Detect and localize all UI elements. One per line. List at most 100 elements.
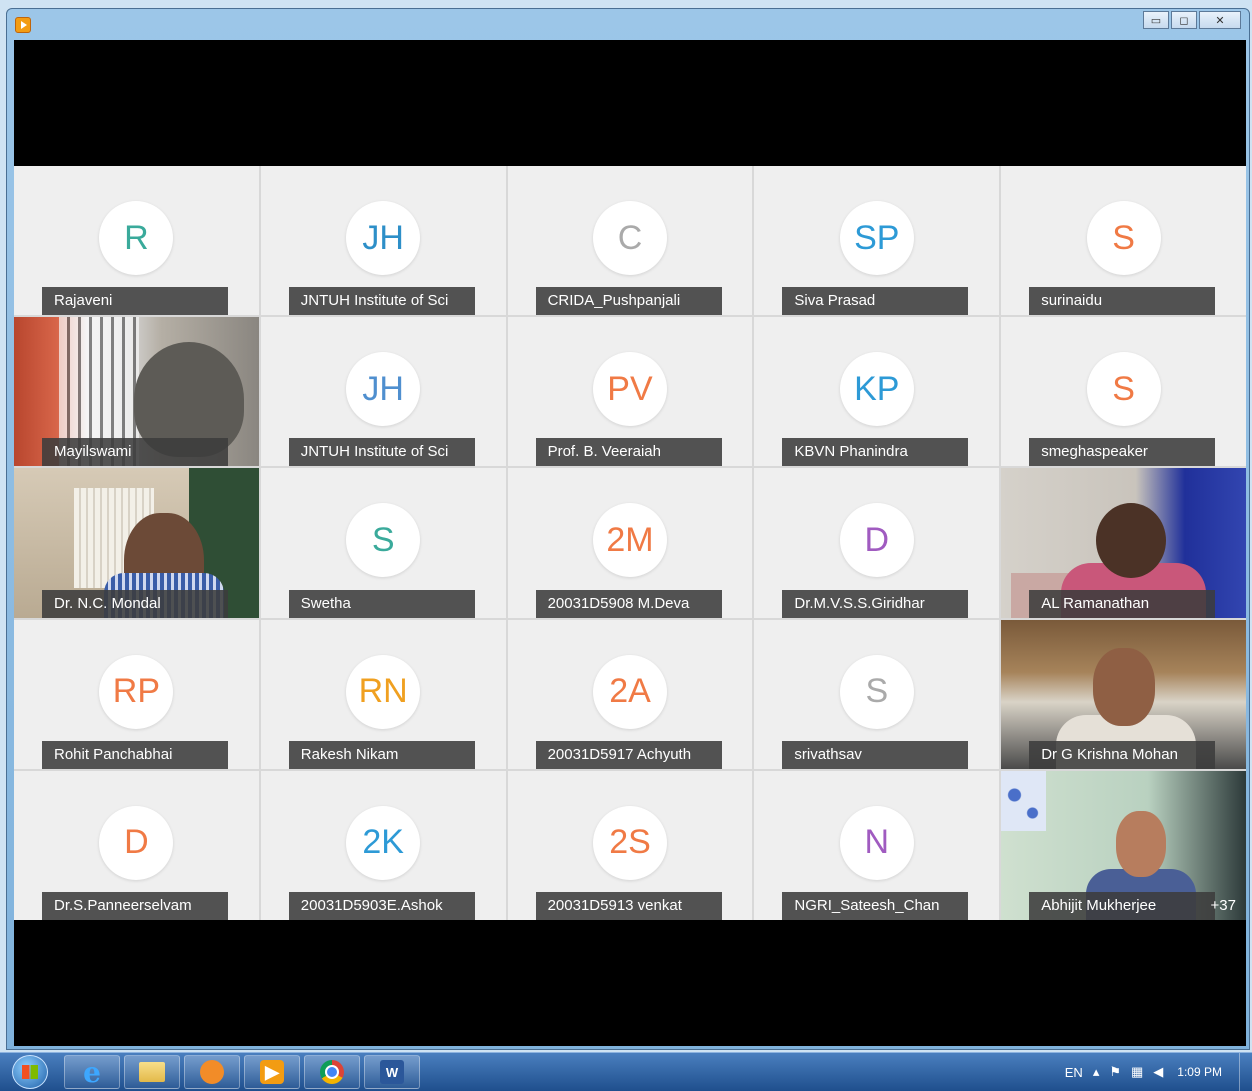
participant-name: 20031D5903E.Ashok: [288, 891, 475, 920]
clock[interactable]: 1:09 PM: [1177, 1065, 1222, 1079]
system-tray: EN ▴ ⚑ ▦ ◀ 1:09 PM: [1055, 1053, 1222, 1091]
language-indicator[interactable]: EN: [1065, 1065, 1083, 1080]
participant-tile[interactable]: 2S 20031D5913 venkat: [507, 770, 753, 920]
action-center-icon[interactable]: ⚑: [1109, 1064, 1121, 1080]
word-icon: W: [380, 1060, 404, 1084]
participant-avatar: RP: [99, 654, 174, 729]
participant-avatar: D: [99, 805, 174, 880]
participant-tile[interactable]: JH JNTUH Institute of Sci: [260, 317, 506, 467]
media-player-icon: ▶: [260, 1060, 284, 1084]
participant-name: 20031D5917 Achyuth: [535, 740, 722, 769]
participant-video-tile[interactable]: Dr G Krishna Mohan: [1001, 619, 1246, 769]
participant-name: Prof. B. Veeraiah: [535, 438, 722, 467]
title-bar[interactable]: ▭ ◻ ✕: [7, 9, 1249, 41]
participant-tile[interactable]: KP KBVN Phanindra: [754, 317, 1000, 467]
participant-name: NGRI_Sateesh_Chan: [782, 891, 969, 920]
window-controls: ▭ ◻ ✕: [1141, 11, 1241, 29]
participant-name: Dr G Krishna Mohan: [1029, 740, 1216, 769]
video-area: R Rajaveni JH JNTUH Institute of Sci C C…: [14, 40, 1246, 1046]
meeting-window: ▭ ◻ ✕ R Rajaveni JH JNTUH Institute of S…: [6, 8, 1250, 1050]
volume-muted-icon[interactable]: ◀: [1153, 1064, 1163, 1080]
participant-video-tile[interactable]: Mayilswami: [14, 317, 259, 467]
participant-avatar: S: [346, 503, 421, 578]
participant-video-tile[interactable]: AL Ramanathan: [1001, 468, 1246, 618]
participant-name: 20031D5908 M.Deva: [535, 589, 722, 618]
participant-name: Rakesh Nikam: [288, 740, 475, 769]
participant-tile[interactable]: 2M 20031D5908 M.Deva: [507, 468, 753, 618]
participant-tile[interactable]: N NGRI_Sateesh_Chan: [754, 770, 1000, 920]
participant-tile[interactable]: D Dr.M.V.S.S.Giridhar: [754, 468, 1000, 618]
maximize-button[interactable]: ◻: [1171, 11, 1197, 29]
participant-name: Dr. N.C. Mondal: [42, 589, 228, 618]
participant-video-tile[interactable]: Abhijit Mukherjee +37: [1001, 770, 1246, 920]
participant-tile[interactable]: D Dr.S.Panneerselvam: [14, 770, 259, 920]
participant-video-tile[interactable]: Dr. N.C. Mondal: [14, 468, 259, 618]
participant-name: Dr.S.Panneerselvam: [42, 891, 228, 920]
more-participants-count[interactable]: +37: [1211, 897, 1236, 914]
participant-name: JNTUH Institute of Sci: [288, 287, 475, 316]
show-desktop-button[interactable]: [1239, 1053, 1252, 1091]
participant-tile[interactable]: S smeghaspeaker: [1001, 317, 1246, 467]
participant-name: Dr.M.V.S.S.Giridhar: [782, 589, 969, 618]
participant-avatar: N: [839, 805, 914, 880]
start-button[interactable]: [12, 1055, 48, 1089]
participant-tile[interactable]: 2K 20031D5903E.Ashok: [260, 770, 506, 920]
participant-avatar: JH: [346, 352, 421, 427]
internet-explorer-icon: e: [83, 1055, 101, 1089]
participant-tile[interactable]: 2A 20031D5917 Achyuth: [507, 619, 753, 769]
minimize-button[interactable]: ▭: [1143, 11, 1169, 29]
participant-tile[interactable]: S Swetha: [260, 468, 506, 618]
participant-avatar: R: [99, 201, 174, 275]
participant-name: Siva Prasad: [782, 287, 969, 316]
participant-name: srivathsav: [782, 740, 969, 769]
participant-tile[interactable]: PV Prof. B. Veeraiah: [507, 317, 753, 467]
participant-avatar: D: [839, 503, 914, 578]
folder-icon: [139, 1062, 165, 1082]
participant-grid: R Rajaveni JH JNTUH Institute of Sci C C…: [14, 166, 1246, 920]
participant-tile[interactable]: C CRIDA_Pushpanjali: [507, 166, 753, 316]
participant-tile[interactable]: SP Siva Prasad: [754, 166, 1000, 316]
participant-tile[interactable]: RP Rohit Panchabhai: [14, 619, 259, 769]
chrome-icon: [320, 1060, 344, 1084]
participant-avatar: 2K: [346, 805, 421, 880]
participant-avatar: 2M: [592, 503, 667, 578]
participant-tile[interactable]: S srivathsav: [754, 619, 1000, 769]
security-app-button[interactable]: [184, 1055, 240, 1089]
participant-avatar: S: [1086, 201, 1161, 275]
participant-name: AL Ramanathan: [1029, 589, 1216, 618]
network-icon[interactable]: ▦: [1131, 1064, 1143, 1080]
participant-tile[interactable]: JH JNTUH Institute of Sci: [260, 166, 506, 316]
participant-avatar: KP: [839, 352, 914, 427]
shield-icon: [200, 1060, 224, 1084]
participant-tile[interactable]: R Rajaveni: [14, 166, 259, 316]
participant-avatar: SP: [839, 201, 914, 275]
close-button[interactable]: ✕: [1199, 11, 1241, 29]
taskbar: e ▶ W EN ▴ ⚑ ▦ ◀ 1:09 PM: [0, 1052, 1252, 1091]
participant-name: 20031D5913 venkat: [535, 891, 722, 920]
participant-name: KBVN Phanindra: [782, 438, 969, 467]
participant-name: JNTUH Institute of Sci: [288, 438, 475, 467]
media-player-button[interactable]: ▶: [244, 1055, 300, 1089]
participant-name: Rohit Panchabhai: [42, 740, 228, 769]
participant-name: Rajaveni: [42, 287, 228, 316]
participant-avatar: 2S: [592, 805, 667, 880]
file-explorer-button[interactable]: [124, 1055, 180, 1089]
participant-avatar: C: [592, 201, 667, 275]
participant-avatar: JH: [346, 201, 421, 275]
participant-name: Mayilswami: [42, 438, 228, 467]
participant-avatar: S: [1086, 352, 1161, 427]
participant-avatar: 2A: [592, 654, 667, 729]
participant-name: Swetha: [288, 589, 475, 618]
participant-name: surinaidu: [1029, 287, 1216, 316]
participant-name: CRIDA_Pushpanjali: [535, 287, 722, 316]
internet-explorer-button[interactable]: e: [64, 1055, 120, 1089]
word-button[interactable]: W: [364, 1055, 420, 1089]
participant-tile[interactable]: S surinaidu: [1001, 166, 1246, 316]
participant-avatar: RN: [346, 654, 421, 729]
participant-tile[interactable]: RN Rakesh Nikam: [260, 619, 506, 769]
player-app-icon: [15, 17, 31, 33]
participant-name: Abhijit Mukherjee: [1029, 891, 1216, 920]
participant-name: smeghaspeaker: [1029, 438, 1216, 467]
chrome-button[interactable]: [304, 1055, 360, 1089]
show-hidden-icons-icon[interactable]: ▴: [1093, 1064, 1100, 1080]
